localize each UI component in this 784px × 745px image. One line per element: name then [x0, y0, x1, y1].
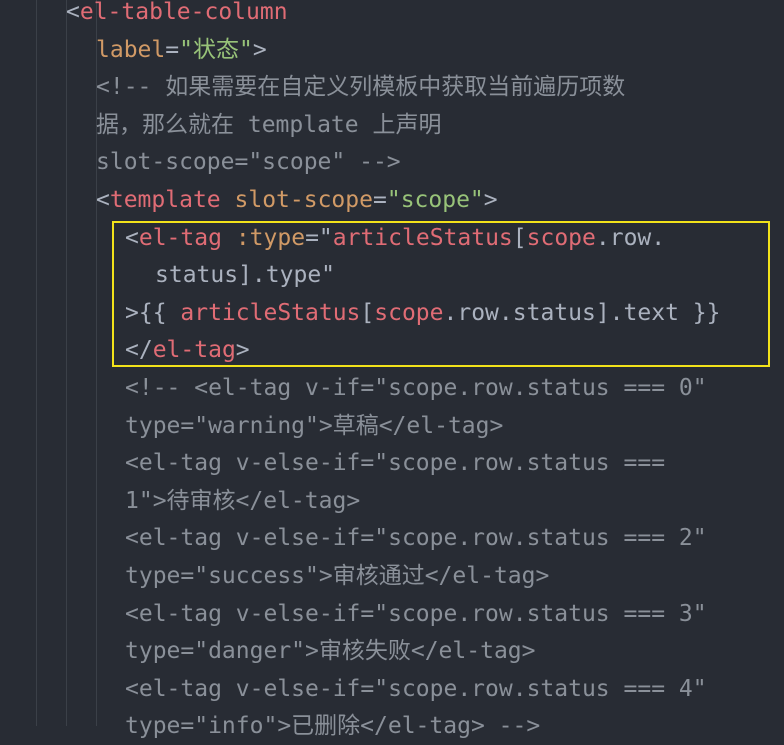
- code-line[interactable]: type="danger">审核失败</el-tag>: [125, 633, 536, 670]
- code-token: <: [66, 0, 80, 25]
- code-token: =: [372, 187, 387, 213]
- code-token: <!-- <el-tag v-if="scope.row.status === …: [125, 375, 707, 401]
- code-line[interactable]: <template slot-scope="scope">: [96, 182, 498, 219]
- code-line[interactable]: label="状态">: [96, 32, 267, 69]
- code-token: slot-scope="scope" -->: [96, 149, 401, 176]
- code-token: <el-tag v-else-if="scope.row.status === …: [125, 525, 707, 552]
- code-line[interactable]: type="info">已删除</el-tag> -->: [125, 708, 540, 745]
- indent-guide: [36, 0, 37, 726]
- code-line[interactable]: type="success">审核通过</el-tag>: [125, 558, 549, 595]
- code-token: <el-tag v-else-if="scope.row.status === …: [125, 675, 707, 702]
- code-line[interactable]: 1">待审核</el-tag>: [125, 483, 360, 520]
- code-token: 1">待审核</el-tag>: [125, 487, 361, 514]
- code-token: type="success">审核通过</el-tag>: [125, 563, 550, 589]
- code-line[interactable]: slot-scope="scope" -->: [96, 144, 401, 181]
- code-line[interactable]: <el-tag v-else-if="scope.row.status === …: [125, 671, 707, 708]
- code-token: 据，那么就在 template 上声明: [96, 111, 442, 138]
- indent-guide: [66, 0, 67, 726]
- code-token: =: [165, 36, 180, 63]
- code-token: type="danger">审核失败</el-tag>: [125, 638, 536, 665]
- code-editor[interactable]: <el-table-column label="状态"> <!-- 如果需要在自定义…: [0, 0, 784, 739]
- code-token: template: [109, 187, 221, 213]
- code-token: <el-tag v-else-if="scope.row.status === …: [125, 600, 707, 627]
- code-token: <: [96, 187, 110, 213]
- code-token: type="info">已删除</el-tag> -->: [125, 713, 541, 740]
- highlight-box: [112, 221, 770, 367]
- code-line[interactable]: 据，那么就在 template 上声明: [96, 107, 441, 144]
- code-token: >: [252, 36, 267, 63]
- code-line[interactable]: <!-- <el-tag v-if="scope.row.status === …: [125, 370, 707, 407]
- code-token: >: [483, 187, 498, 213]
- code-token: el-table-column: [79, 0, 288, 25]
- code-token: type="warning">草稿</el-tag>: [125, 412, 504, 439]
- code-token: slot-scope: [234, 187, 373, 213]
- code-token: <!-- 如果需要在自定义列模板中获取当前遍历项数: [96, 74, 626, 101]
- code-token: label: [96, 36, 166, 63]
- code-line[interactable]: <el-tag v-else-if="scope.row.status ===: [125, 445, 665, 482]
- code-token: <el-tag v-else-if="scope.row.status ===: [125, 450, 666, 477]
- code-token: "状态": [179, 36, 253, 63]
- code-line[interactable]: <el-table-column: [66, 0, 288, 31]
- code-line[interactable]: <el-tag v-else-if="scope.row.status === …: [125, 520, 707, 557]
- code-line[interactable]: <el-tag v-else-if="scope.row.status === …: [125, 596, 707, 633]
- code-line[interactable]: type="warning">草稿</el-tag>: [125, 408, 503, 445]
- code-line[interactable]: <!-- 如果需要在自定义列模板中获取当前遍历项数: [96, 69, 625, 106]
- code-token: "scope": [386, 187, 484, 213]
